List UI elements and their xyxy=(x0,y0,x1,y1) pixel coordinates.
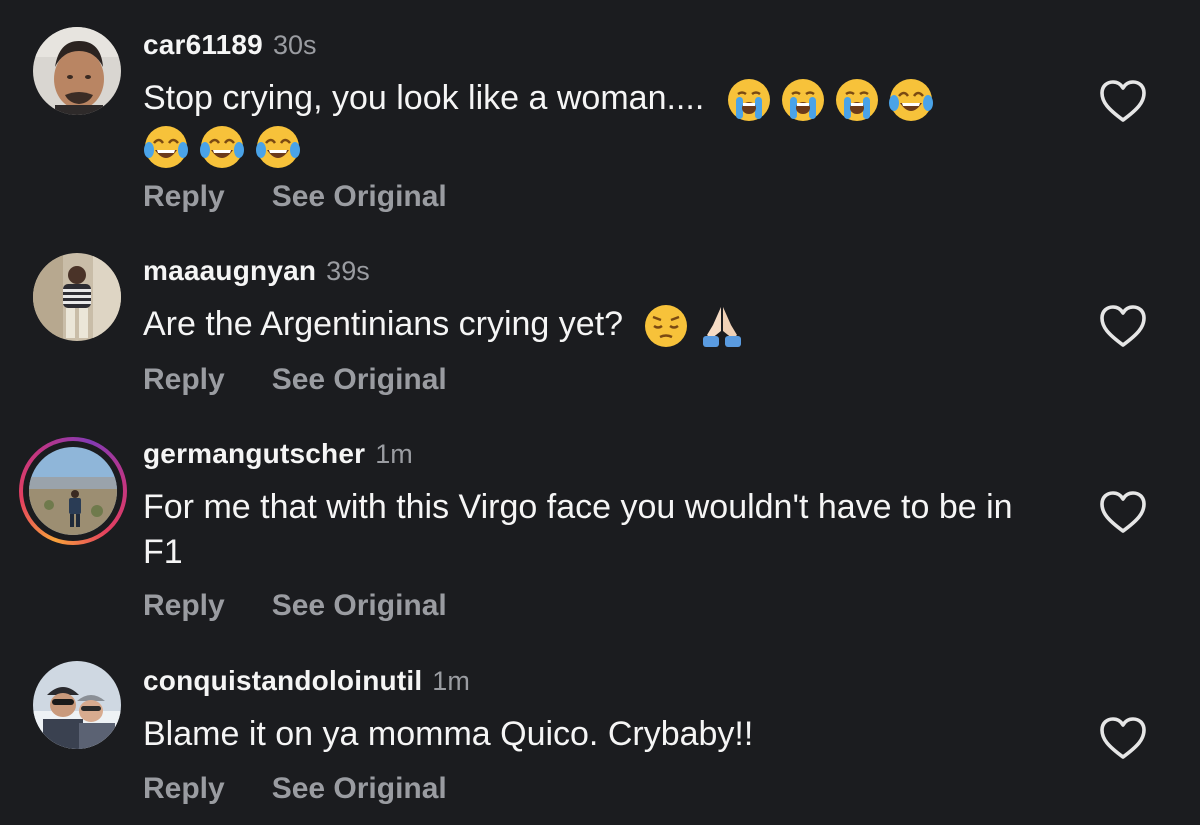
comment-text-content: Stop crying, you look like a woman.... xyxy=(143,79,705,117)
comment-actions: Reply See Original xyxy=(143,772,447,806)
comment-text: Stop crying, you look like a woman.... xyxy=(143,76,1043,170)
username[interactable]: maaaugnyan xyxy=(143,255,316,287)
timestamp: 39s xyxy=(326,256,370,286)
loudly-crying-face-icon xyxy=(726,77,772,123)
comment-actions: Reply See Original xyxy=(143,180,447,214)
timestamp: 1m xyxy=(432,666,470,696)
face-with-tears-of-joy-icon xyxy=(255,124,301,170)
timestamp: 30s xyxy=(272,30,317,60)
comment-header: germangutscher 1m xyxy=(143,438,413,470)
pensive-face-icon xyxy=(643,303,689,349)
avatar[interactable] xyxy=(33,661,121,749)
loudly-crying-face-icon xyxy=(780,77,826,123)
comment-header: conquistandoloinutil 1m xyxy=(143,665,470,697)
heart-outline-icon[interactable] xyxy=(1098,78,1148,124)
comment-text-content: For me that with this Virgo face you wou… xyxy=(143,488,1013,571)
emoji-group xyxy=(643,303,745,349)
face-with-tears-of-joy-icon xyxy=(143,124,189,170)
avatar xyxy=(23,441,123,541)
face-with-tears-of-joy-icon xyxy=(199,124,245,170)
username[interactable]: conquistandoloinutil xyxy=(143,665,422,697)
see-original-button[interactable]: See Original xyxy=(272,180,447,214)
comment-header: maaaugnyan 39s xyxy=(143,255,370,287)
avatar[interactable] xyxy=(33,27,121,115)
comment-text: For me that with this Virgo face you wou… xyxy=(143,485,1043,575)
loudly-crying-face-icon xyxy=(834,77,880,123)
emoji-group xyxy=(726,77,934,123)
heart-outline-icon[interactable] xyxy=(1098,489,1148,535)
comment-actions: Reply See Original xyxy=(143,589,447,623)
reply-button[interactable]: Reply xyxy=(143,363,225,397)
face-with-tears-of-joy-icon xyxy=(888,77,934,123)
comment-actions: Reply See Original xyxy=(143,363,447,397)
see-original-button[interactable]: See Original xyxy=(272,589,447,623)
folded-hands-icon xyxy=(699,303,745,349)
comment-text-content: Blame it on ya momma Quico. Crybaby!! xyxy=(143,715,754,753)
username[interactable]: germangutscher xyxy=(143,438,365,470)
heart-outline-icon[interactable] xyxy=(1098,715,1148,761)
timestamp: 1m xyxy=(375,439,413,469)
see-original-button[interactable]: See Original xyxy=(272,363,447,397)
avatar[interactable] xyxy=(33,253,121,341)
reply-button[interactable]: Reply xyxy=(143,180,225,214)
heart-outline-icon[interactable] xyxy=(1098,303,1148,349)
see-original-button[interactable]: See Original xyxy=(272,772,447,806)
reply-button[interactable]: Reply xyxy=(143,772,225,806)
comment-text-content: Are the Argentinians crying yet? xyxy=(143,305,624,343)
reply-button[interactable]: Reply xyxy=(143,589,225,623)
username[interactable]: car61189 xyxy=(143,29,263,61)
comment-text: Are the Argentinians crying yet? xyxy=(143,302,1043,349)
comment-header: car61189 30s xyxy=(143,29,317,61)
story-ring[interactable] xyxy=(19,437,127,545)
emoji-group xyxy=(143,124,301,170)
comment-text: Blame it on ya momma Quico. Crybaby!! xyxy=(143,712,1043,757)
